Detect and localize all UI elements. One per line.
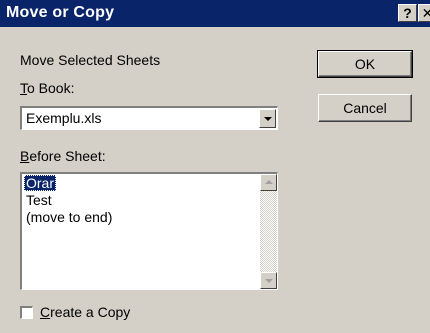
chevron-down-icon — [264, 117, 272, 121]
before-sheet-list[interactable]: Orar Test (move to end) — [20, 172, 278, 290]
dialog-heading: Move Selected Sheets — [20, 52, 161, 68]
scroll-down-button[interactable] — [260, 272, 277, 289]
to-book-mnemonic: T — [20, 80, 27, 96]
list-item-orar[interactable]: Orar — [24, 175, 56, 191]
before-sheet-label-text: efore Sheet: — [29, 148, 106, 164]
to-book-value: Exemplu.xls — [26, 110, 102, 126]
to-book-label-text: o Book: — [27, 80, 75, 96]
close-icon: ✕ — [421, 5, 430, 21]
create-copy-mnemonic: C — [40, 304, 51, 320]
create-copy-label[interactable]: Create a Copy — [40, 304, 130, 320]
close-button[interactable]: ✕ — [418, 4, 430, 22]
scroll-up-arrow-icon — [265, 180, 273, 184]
before-sheet-label: Before Sheet: — [20, 148, 106, 164]
ok-button[interactable]: OK — [317, 50, 413, 78]
cancel-button[interactable]: Cancel — [318, 94, 412, 122]
list-item-test[interactable]: Test — [24, 192, 54, 208]
to-book-label: To Book: — [20, 80, 74, 96]
scroll-up-button[interactable] — [260, 174, 277, 191]
create-copy-label-text: reate a Copy — [50, 304, 131, 320]
before-sheet-mnemonic: B — [20, 148, 30, 164]
dropdown-arrow-button[interactable] — [259, 109, 276, 128]
help-icon: ? — [403, 5, 412, 21]
title-bar[interactable]: Move or Copy ? ✕ — [0, 0, 430, 27]
list-item-move-to-end[interactable]: (move to end) — [24, 209, 114, 225]
vertical-scrollbar[interactable] — [260, 174, 277, 289]
window-title: Move or Copy — [6, 4, 115, 21]
help-button[interactable]: ? — [398, 4, 417, 22]
create-copy-checkbox[interactable] — [20, 306, 33, 319]
to-book-dropdown[interactable]: Exemplu.xls — [20, 106, 278, 130]
scroll-down-arrow-icon — [265, 279, 273, 283]
